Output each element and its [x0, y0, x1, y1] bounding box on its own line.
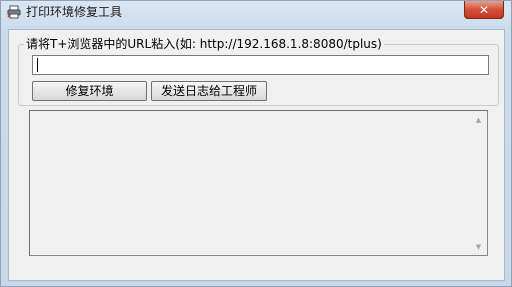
app-window: 打印环境修复工具 ✕ 请将T+浏览器中的URL粘入(如: http://192.… [0, 0, 512, 287]
text-caret [37, 58, 38, 72]
url-groupbox-label: 请将T+浏览器中的URL粘入(如: http://192.168.1.8:808… [24, 37, 384, 51]
close-icon: ✕ [478, 2, 490, 17]
title-bar[interactable]: 打印环境修复工具 ✕ [1, 1, 511, 23]
client-area: 请将T+浏览器中的URL粘入(如: http://192.168.1.8:808… [8, 29, 505, 281]
send-log-button[interactable]: 发送日志给工程师 [151, 81, 267, 101]
printer-icon [7, 5, 21, 19]
repair-environment-button[interactable]: 修复环境 [32, 81, 147, 101]
close-button[interactable]: ✕ [464, 1, 504, 19]
url-input[interactable] [32, 55, 489, 75]
log-output[interactable]: ▲ ▼ [29, 110, 488, 256]
log-scrollbar[interactable]: ▲ ▼ [470, 111, 487, 255]
scroll-down-arrow-icon[interactable]: ▼ [470, 238, 487, 255]
window-title: 打印环境修复工具 [26, 5, 123, 19]
scroll-up-arrow-icon[interactable]: ▲ [470, 111, 487, 128]
url-groupbox: 请将T+浏览器中的URL粘入(如: http://192.168.1.8:808… [18, 37, 499, 106]
